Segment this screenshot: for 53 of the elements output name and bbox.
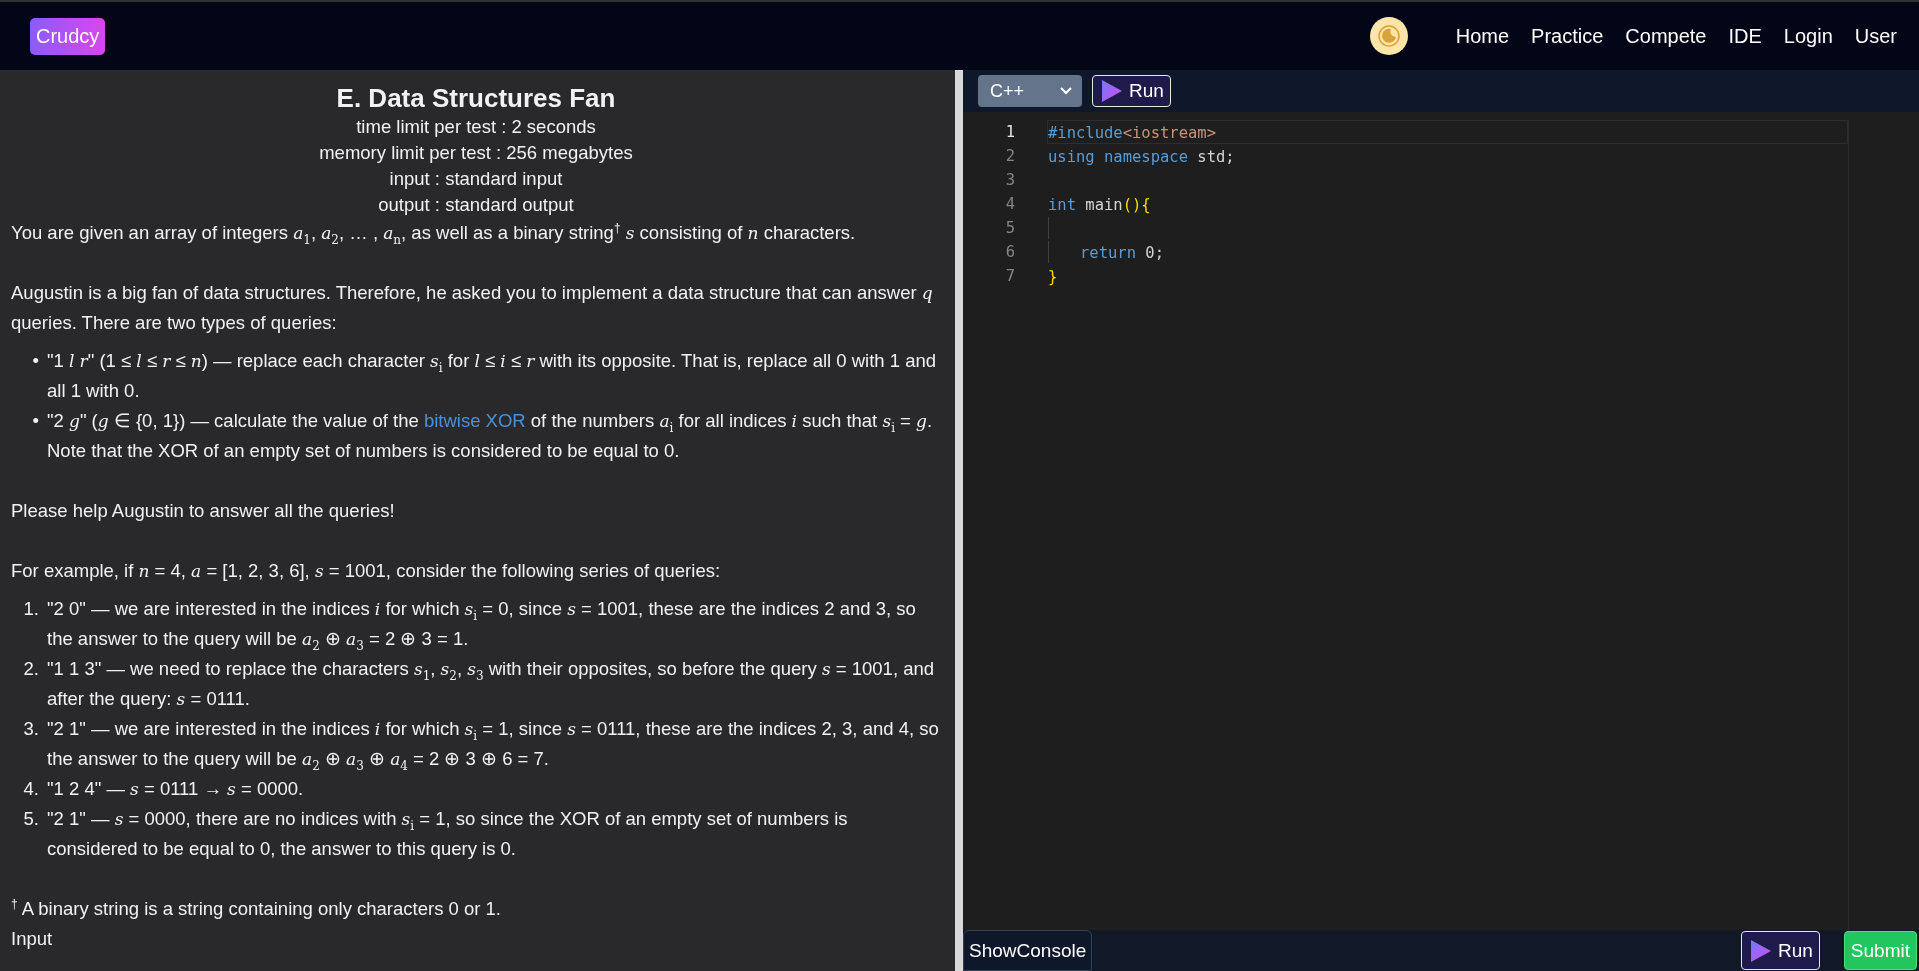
moon-toggle-icon[interactable] xyxy=(1369,17,1408,55)
problem-limit: time limit per test : 2 seconds xyxy=(355,115,597,139)
section-heading: Input xyxy=(11,927,54,951)
list-marker: • xyxy=(31,409,40,433)
list-marker: • xyxy=(31,349,40,373)
list-item-text: "2 0" — we are interested in the indices i for which s$_{i}$ = 0, since s = 1001, these are the indices 2 and 3, so the answer to the query will be a$_{2}$ ⊕ a$_{3}$ = 2 ⊕ 3 = 1. xyxy=(47,597,917,654)
list-marker: 3. xyxy=(22,717,40,741)
play-icon xyxy=(1099,79,1123,103)
list-item-text: "1 1 3" — we need to replace the characters s$_{1}$, s$_{2}$, s$_{3}$ with their opposites, so before the query s = 1001, and after the query: s = 0111. xyxy=(47,657,936,711)
code-text: } xyxy=(1048,268,1058,286)
list-item-text: "2 1" — s = 0000, there are no indices with s$_{i}$ = 1, so since the XOR of an empty set of numbers is considered to be equal to 0, the answer to this query is 0. xyxy=(47,807,849,861)
problem-limit: input : standard input xyxy=(388,167,564,191)
nav-link[interactable]: IDE xyxy=(1728,24,1762,48)
problem-title: E. Data Structures Fan xyxy=(335,82,617,114)
text-link[interactable]: bitwise XOR xyxy=(423,410,526,431)
list-item-text: "1 l r" (1 ≤ l ≤ r ≤ n) — replace each character s$_{i}$ for l ≤ i ≤ r with its opposite. That is, replace all 0 with 1 and all 1 with 0. xyxy=(47,349,938,403)
code-text: using namespace std; xyxy=(1048,148,1235,166)
play-icon xyxy=(1748,938,1772,963)
line-number: 5 xyxy=(1004,219,1015,237)
paragraph: You are given an array of integers a$_{1}$, a$_{2}$, … , a$_{n}$, as well as a binary string$^{†}$ s consisting of n characters. xyxy=(11,219,857,248)
paragraph: $^{†}$ A binary string is a string containing only characters 0 or 1. xyxy=(11,895,502,921)
show-console-button[interactable]: ShowConsole xyxy=(963,930,1093,971)
nav-link[interactable]: Home xyxy=(1455,24,1510,48)
line-number: 2 xyxy=(1004,147,1015,165)
problem-limit: memory limit per test : 256 megabytes xyxy=(318,141,634,165)
nav-link[interactable]: Login xyxy=(1783,24,1833,48)
paragraph: Please help Augustin to answer all the queries! xyxy=(11,499,396,523)
language-select[interactable]: C++ xyxy=(978,75,1082,107)
list-marker: 5. xyxy=(22,807,40,831)
code-text: #include<iostream> xyxy=(1048,124,1216,142)
run-button[interactable]: Run xyxy=(1092,75,1171,107)
problem-limit: output : standard output xyxy=(377,193,575,217)
nav-link[interactable]: Compete xyxy=(1625,24,1707,48)
list-item-text: "2 1" — we are interested in the indices i for which s$_{i}$ = 1, since s = 0111, these are the indices 2, 3, and 4, so the answer to the query will be a$_{2}$ ⊕ a$_{3}$ ⊕ a$_{4}$ = 2 ⊕ 3 ⊕ 6 = 7. xyxy=(47,717,940,774)
line-number: 6 xyxy=(1004,243,1015,261)
run-button[interactable]: Run xyxy=(1741,931,1820,970)
line-number: 4 xyxy=(1004,195,1015,213)
code-text: int main(){ xyxy=(1048,196,1151,214)
line-number: 7 xyxy=(1004,267,1015,285)
nav-link[interactable]: Practice xyxy=(1531,24,1604,48)
logo-button[interactable]: Crudcy xyxy=(30,17,106,55)
list-marker: 1. xyxy=(22,597,40,621)
paragraph: Augustin is a big fan of data structures. Therefore, he asked you to implement a data structure that can answer q queries. There are two types of queries: xyxy=(11,281,934,335)
list-item-text: "1 2 4" — s = 0111 → s = 0000. xyxy=(47,777,305,801)
line-number: 3 xyxy=(1004,171,1015,189)
chevron-icon xyxy=(1060,87,1072,95)
list-marker: 4. xyxy=(22,777,40,801)
line-number: 1 xyxy=(1004,123,1015,141)
nav-link[interactable]: User xyxy=(1854,24,1897,48)
code-text: return 0; xyxy=(1080,244,1164,262)
list-item-text: "2 g" (g ∈ {0, 1}) — calculate the value of the bitwise XOR of the numbers a$_{i}$ for all indices i such that s$_{i}$ = g. Note that the XOR of an empty set of numbers is considered to be equal to 0. xyxy=(47,409,934,463)
list-marker: 2. xyxy=(22,657,40,681)
paragraph: For example, if n = 4, a = [1, 2, 3, 6], s = 1001, consider the following series of queries: xyxy=(11,559,722,583)
